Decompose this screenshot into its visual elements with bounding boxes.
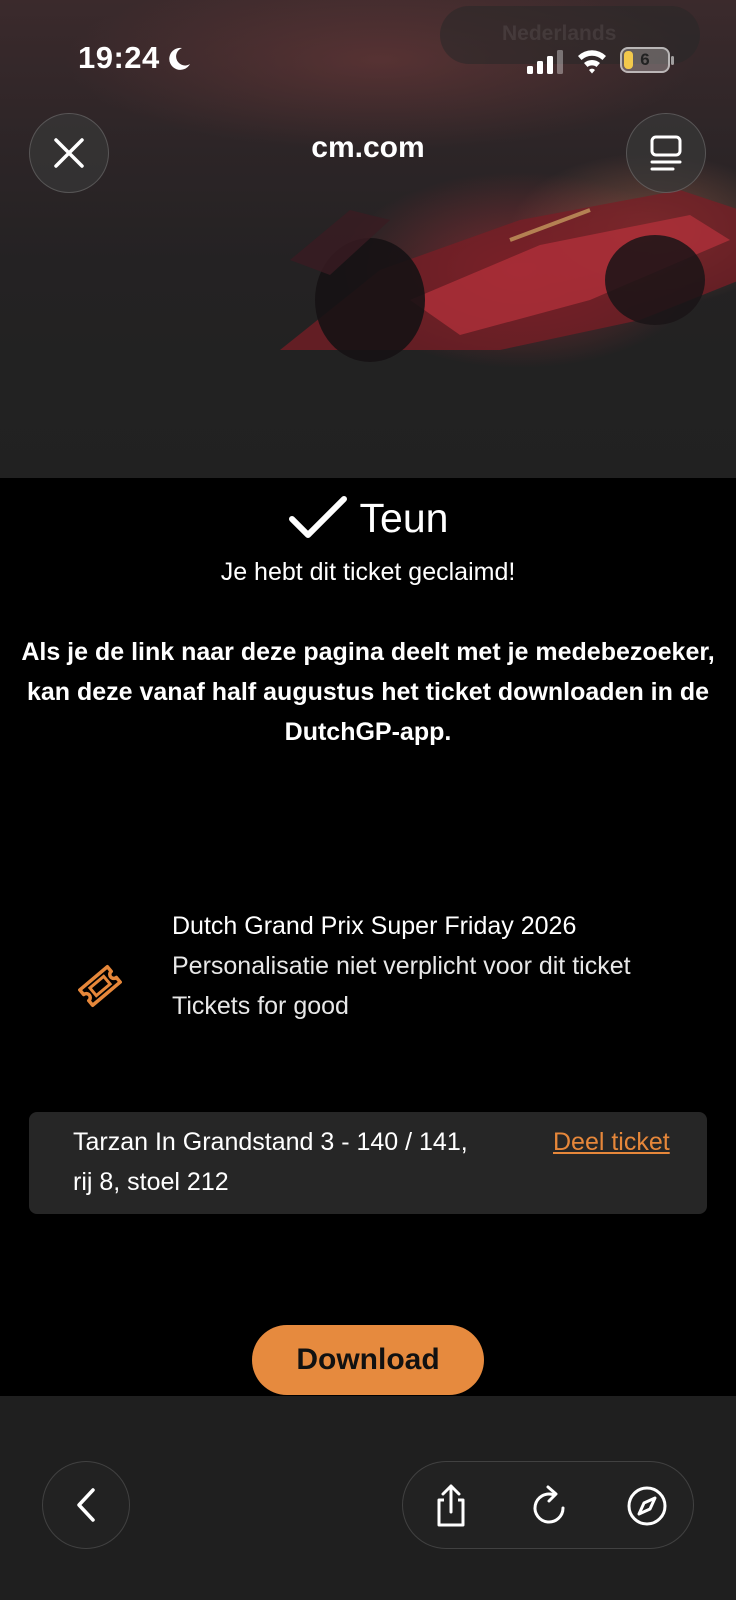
browser-toolbar [0,1396,736,1600]
battery-indicator: 6 [620,47,674,73]
cellular-signal-icon [527,50,563,74]
moon-icon [169,47,190,70]
wifi-icon [578,50,606,74]
personalisation-note: Personalisatie niet verplicht voor dit t… [172,952,631,980]
share-icon[interactable] [427,1482,475,1530]
event-name: Dutch Grand Prix Super Friday 2026 [172,912,577,940]
download-button[interactable]: Download [252,1325,484,1395]
browser-actions [402,1461,694,1549]
ticket-details: Dutch Grand Prix Super Friday 2026 Perso… [172,906,652,1026]
chevron-left-icon [77,1488,95,1522]
compass-icon[interactable] [623,1482,671,1530]
holder-name: Teun [359,495,449,541]
back-button[interactable] [42,1461,130,1549]
reader-mode-icon [650,135,682,171]
seat-info-box: Tarzan In Grandstand 3 - 140 / 141, rij … [29,1112,707,1214]
seat-location: Tarzan In Grandstand 3 - 140 / 141, rij … [73,1128,468,1196]
claim-header: Teun [0,488,736,548]
share-ticket-link[interactable]: Deel ticket [553,1122,673,1162]
reader-mode-button[interactable] [626,113,706,193]
ticket-category: Tickets for good [172,992,349,1020]
claim-subtitle: Je hebt dit ticket geclaimd! [220,558,516,586]
status-bar: 19:24 6 [0,0,736,120]
status-time: 19:24 [78,40,160,75]
ticket-icon [78,965,122,1007]
checkmark-icon [288,496,347,538]
battery-level: 6 [640,50,650,69]
reload-icon[interactable] [525,1482,573,1530]
share-info-text: Als je de link naar deze pagina deelt me… [21,638,715,746]
